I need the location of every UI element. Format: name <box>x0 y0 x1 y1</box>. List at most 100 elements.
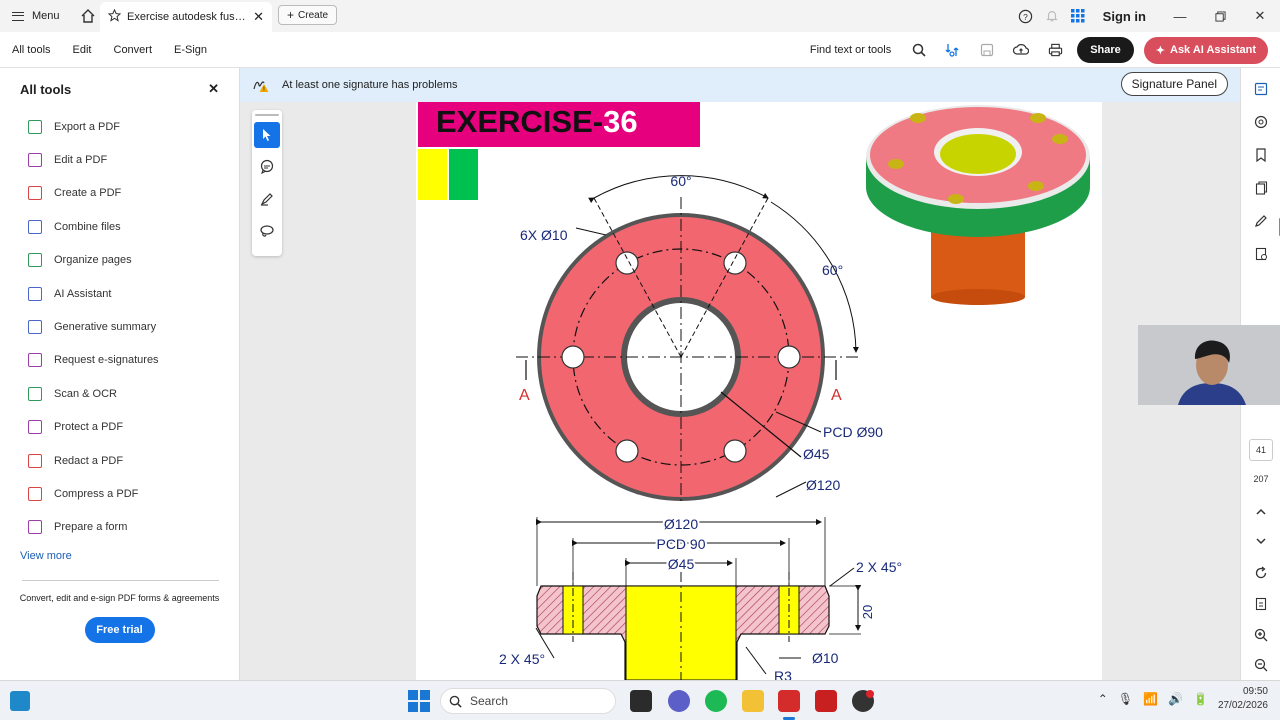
edit-pdf-icon[interactable] <box>1241 204 1280 237</box>
tool-item[interactable]: Protect a PDF <box>0 411 239 444</box>
drag-handle[interactable] <box>255 114 279 116</box>
minimize-icon[interactable]: — <box>1160 0 1200 32</box>
menu-button[interactable]: Menu <box>0 0 72 32</box>
microphone-icon[interactable]: 🎙 <box>1118 692 1133 706</box>
webcam-overlay <box>1138 325 1280 405</box>
volume-icon[interactable]: 🔊 <box>1168 692 1183 706</box>
tool-item[interactable]: Prepare a form <box>0 511 239 544</box>
bell-icon[interactable] <box>1039 0 1065 32</box>
title-text-2: 36 <box>603 104 637 139</box>
section-dia120-label: Ø120 <box>664 516 698 532</box>
comment-icon[interactable] <box>254 154 280 180</box>
free-trial-button[interactable]: Free trial <box>84 617 155 644</box>
restore-icon[interactable] <box>1200 0 1240 32</box>
create-button[interactable]: + Create <box>278 5 338 25</box>
section-dia45-label: Ø45 <box>668 556 695 572</box>
sign-in-link[interactable]: Sign in <box>1091 9 1160 24</box>
home-icon[interactable] <box>72 0 104 32</box>
green-swatch <box>449 149 478 200</box>
lasso-draw-icon[interactable] <box>254 218 280 244</box>
current-page-field[interactable]: 41 <box>1249 439 1273 461</box>
rotate-icon[interactable] <box>1241 556 1280 589</box>
solidworks-icon[interactable] <box>815 690 837 712</box>
wifi-icon[interactable]: 📶 <box>1143 692 1158 706</box>
print-icon[interactable] <box>1043 38 1067 62</box>
zoom-out-icon[interactable] <box>1241 648 1280 681</box>
menu-esign[interactable]: E-Sign <box>174 44 207 56</box>
tool-item[interactable]: Compress a PDF <box>0 477 239 510</box>
tool-label: Create a PDF <box>54 187 122 200</box>
close-window-icon[interactable]: ✕ <box>1240 0 1280 32</box>
menu-label: Menu <box>32 10 60 22</box>
pdf-page: EXERCISE-36 60° 60° 6X Ø10 A A PCD Ø90 Ø… <box>416 102 1102 680</box>
apps-grid-icon[interactable] <box>1065 0 1091 32</box>
tool-item[interactable]: Redact a PDF <box>0 444 239 477</box>
tool-label: Redact a PDF <box>54 454 124 467</box>
tool-item[interactable]: AI Assistant <box>0 277 239 310</box>
document-tab[interactable]: Exercise autodesk fusion... ✕ <box>100 2 272 32</box>
taskbar: Search ⌃ 🎙 📶 🔊 🔋 09:50 27/02/2026 <box>0 680 1280 720</box>
teams-icon[interactable] <box>668 690 690 712</box>
taskbar-search[interactable]: Search <box>440 688 616 714</box>
menu-convert[interactable]: Convert <box>114 44 153 56</box>
tool-icon <box>28 286 42 301</box>
compare-icon[interactable] <box>941 38 965 62</box>
start-windows-icon[interactable] <box>408 690 430 715</box>
view-more-link[interactable]: View more <box>0 550 239 570</box>
select-cursor-icon[interactable] <box>254 122 280 148</box>
ai-chat-icon[interactable] <box>1241 105 1280 138</box>
tool-item[interactable]: Scan & OCR <box>0 377 239 410</box>
document-viewer[interactable]: ! At least one signature has problems Si… <box>240 68 1240 680</box>
tool-icon <box>28 520 42 535</box>
search-icon[interactable] <box>907 38 931 62</box>
battery-icon[interactable]: 🔋 <box>1193 692 1208 706</box>
tool-icon <box>28 353 42 368</box>
task-view-icon[interactable] <box>630 690 652 712</box>
highlight-pen-icon[interactable] <box>254 186 280 212</box>
tool-item[interactable]: Organize pages <box>0 244 239 277</box>
dia120-label: Ø120 <box>806 477 840 493</box>
pages-icon[interactable] <box>1241 171 1280 204</box>
tool-item[interactable]: Edit a PDF <box>0 143 239 176</box>
signature-panel-button[interactable]: Signature Panel <box>1120 72 1228 96</box>
r3-label: R3 <box>774 668 792 680</box>
acrobat-icon[interactable] <box>778 690 800 712</box>
clock[interactable]: 09:50 27/02/2026 <box>1218 685 1268 713</box>
menu-edit[interactable]: Edit <box>73 44 92 56</box>
title-text-1: EXERCISE- <box>436 104 603 139</box>
ai-assistant-label: Ask AI Assistant <box>1170 44 1256 56</box>
menu-all-tools[interactable]: All tools <box>12 44 51 56</box>
bookmark-icon[interactable] <box>1241 138 1280 171</box>
spotify-icon[interactable] <box>705 690 727 712</box>
section-dia10-label: Ø10 <box>812 650 839 666</box>
section-pcd-label: PCD 90 <box>656 536 705 552</box>
save-icon[interactable] <box>975 38 999 62</box>
close-tab-icon[interactable]: ✕ <box>253 9 264 25</box>
tool-item[interactable]: Combine files <box>0 210 239 243</box>
tool-item[interactable]: Generative summary <box>0 310 239 343</box>
ask-ai-assistant-button[interactable]: ✦ Ask AI Assistant <box>1143 36 1268 64</box>
next-page-icon[interactable] <box>1241 524 1280 557</box>
close-panel-icon[interactable]: ✕ <box>208 81 219 97</box>
find-text-label[interactable]: Find text or tools <box>810 44 891 56</box>
upload-icon[interactable] <box>1009 38 1033 62</box>
tools-list: Export a PDF Edit a PDF Create a PDF Combin… <box>0 110 239 544</box>
tool-item[interactable]: Export a PDF <box>0 110 239 143</box>
file-explorer-icon[interactable] <box>742 690 764 712</box>
help-icon[interactable]: ? <box>1013 0 1039 32</box>
tool-item[interactable]: Create a PDF <box>0 177 239 210</box>
tool-item[interactable]: Request e-signatures <box>0 344 239 377</box>
promo-text: Convert, edit and e-sign PDF forms & agr… <box>19 593 220 604</box>
comment-list-icon[interactable] <box>1241 72 1280 105</box>
tool-icon <box>28 119 42 134</box>
fit-page-icon[interactable] <box>1241 587 1280 620</box>
share-button[interactable]: Share <box>1077 37 1134 63</box>
widgets-icon[interactable] <box>10 691 30 711</box>
show-hidden-icons-icon[interactable]: ⌃ <box>1098 692 1108 706</box>
quick-tools-bar <box>252 110 282 256</box>
signature-warning-bar: ! At least one signature has problems Si… <box>240 68 1240 102</box>
presenter-video <box>1138 325 1280 405</box>
share-file-icon[interactable] <box>1241 237 1280 270</box>
zoom-in-icon[interactable] <box>1241 618 1280 651</box>
star-icon[interactable] <box>107 8 122 25</box>
